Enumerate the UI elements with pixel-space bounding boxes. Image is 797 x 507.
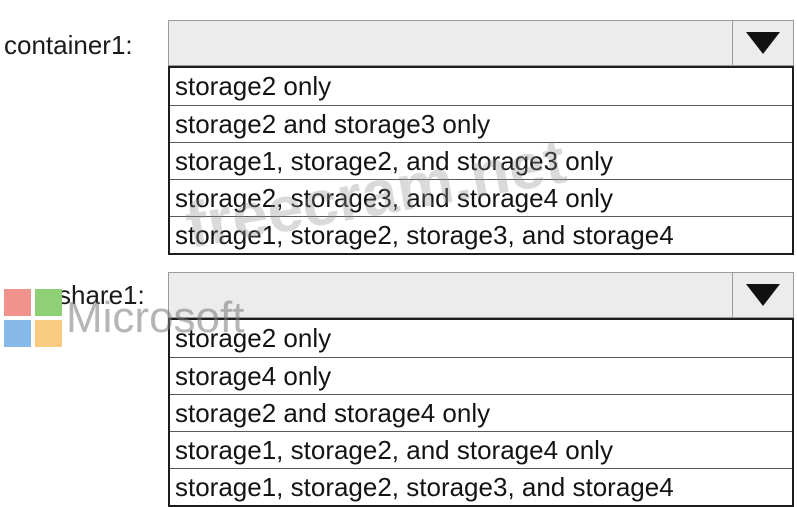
chevron-down-icon [746,32,780,54]
container1-option[interactable]: storage2 and storage3 only [170,105,792,142]
share1-option[interactable]: storage2 and storage4 only [170,394,792,431]
container1-option[interactable]: storage1, storage2, and storage3 only [170,142,792,179]
share1-select[interactable] [168,272,794,318]
container1-options-list: storage2 only storage2 and storage3 only… [168,66,794,255]
container1-dropdown-button[interactable] [732,20,794,66]
share1-option[interactable]: storage1, storage2, storage3, and storag… [170,468,792,505]
microsoft-logo-icon [4,289,62,347]
share1-option[interactable]: storage1, storage2, and storage4 only [170,431,792,468]
share1-label: share1: [58,280,145,310]
chevron-down-icon [746,284,780,306]
share1-option[interactable]: storage2 only [170,320,792,357]
share1-option[interactable]: storage4 only [170,357,792,394]
container1-option[interactable]: storage2 only [170,68,792,105]
container1-select[interactable] [168,20,794,66]
container1-label: container1: [4,30,133,60]
container1-option[interactable]: storage2, storage3, and storage4 only [170,179,792,216]
container1-option[interactable]: storage1, storage2, storage3, and storag… [170,216,792,253]
share1-options-list: storage2 only storage4 only storage2 and… [168,318,794,507]
share1-dropdown-button[interactable] [732,272,794,318]
